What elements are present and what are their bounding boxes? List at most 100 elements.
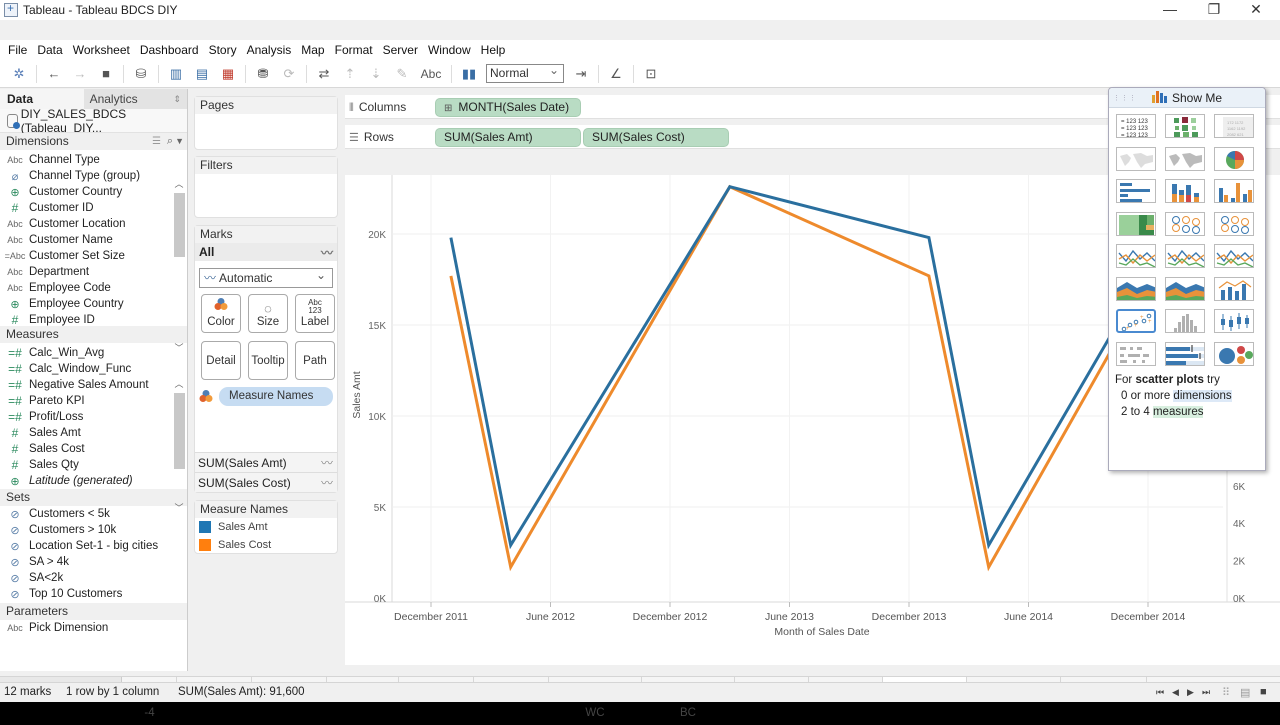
show-me-treemap-icon[interactable] [1116, 212, 1156, 236]
menu-server[interactable]: Server [383, 43, 418, 57]
close-button[interactable]: ✕ [1236, 0, 1276, 20]
undo-icon[interactable]: ← [44, 65, 64, 83]
dimensions-scrollbar[interactable]: ︿ ﹀ [173, 177, 185, 355]
field-item[interactable]: ⊘Top 10 Customers [0, 586, 187, 602]
first-sheet-icon[interactable]: ⏮ [1156, 687, 1164, 698]
field-item[interactable]: AbcDepartment [0, 264, 187, 280]
field-item[interactable]: ⊘SA > 4k [0, 554, 187, 570]
size-button[interactable]: ◌Size [248, 294, 288, 333]
swap-icon[interactable]: ⇄ [314, 65, 334, 83]
color-legend[interactable]: Measure Names Sales Amt Sales Cost [194, 500, 338, 554]
show-me-histogram-icon[interactable] [1165, 309, 1205, 333]
field-item[interactable]: =#Negative Sales Amount [0, 377, 187, 393]
duplicate-sheet-icon[interactable]: ▤ [192, 65, 212, 83]
sort-ascending-icon[interactable]: ⇡ [340, 65, 360, 83]
field-item[interactable]: =AbcCustomer Set Size [0, 248, 187, 264]
show-tabs-icon[interactable]: ■ [1260, 686, 1267, 698]
field-item[interactable]: ⊘SA<2k [0, 570, 187, 586]
datasource-item[interactable]: DIY_SALES_BDCS (Tableau_DIY... [0, 109, 187, 133]
scroll-down-icon[interactable]: ﹀ [173, 341, 185, 354]
redo-icon[interactable]: → [70, 65, 90, 83]
show-me-side-by-side-circles-icon[interactable] [1214, 212, 1254, 236]
prev-sheet-icon[interactable]: ◀ [1172, 687, 1179, 698]
new-datasource-icon[interactable]: ⛁ [131, 65, 151, 83]
expand-icon[interactable]: ⊞ [444, 103, 452, 114]
tableau-home-icon[interactable]: ✲ [9, 65, 29, 83]
show-me-filled-map-icon[interactable] [1165, 147, 1205, 171]
field-item[interactable]: AbcCustomer Location [0, 216, 187, 232]
scroll-up-icon[interactable]: ︿ [173, 377, 185, 390]
path-button[interactable]: Path [295, 341, 335, 380]
field-item[interactable]: ⊘Customers > 10k [0, 522, 187, 538]
menu-file[interactable]: File [8, 43, 27, 57]
show-sheet-sorter-icon[interactable]: ▤ [1240, 686, 1250, 699]
field-item[interactable]: =#Pareto KPI [0, 393, 187, 409]
marks-all-tab[interactable]: All〰 [195, 243, 337, 261]
highlight-icon[interactable]: ✎ [392, 65, 412, 83]
restore-button[interactable]: ❐ [1194, 0, 1234, 20]
scroll-down-icon[interactable]: ﹀ [173, 501, 185, 514]
field-item[interactable]: ⊕Customer Country [0, 184, 187, 200]
field-item[interactable]: AbcCustomer Name [0, 232, 187, 248]
show-me-area-discrete-icon[interactable] [1165, 277, 1205, 301]
field-item[interactable]: =#Calc_Win_Avg [0, 345, 187, 361]
pages-card[interactable]: Pages [194, 96, 338, 150]
show-me-highlight-table-icon[interactable]: 172 11721162 11922082 621 [1214, 114, 1254, 138]
field-item[interactable]: ⊘Customers < 5k [0, 506, 187, 522]
field-item[interactable]: =#Calc_Window_Func [0, 361, 187, 377]
show-me-gantt-chart-icon[interactable] [1116, 342, 1156, 366]
search-icon[interactable]: ⌕ [167, 133, 173, 150]
fit-select[interactable]: Normal [486, 64, 564, 83]
field-item[interactable]: AbcChannel Type [0, 152, 187, 168]
last-sheet-icon[interactable]: ⏭ [1202, 687, 1210, 698]
field-item[interactable]: ⊕Employee Country [0, 296, 187, 312]
view-toggle-icon[interactable]: ☰ [152, 133, 161, 150]
scroll-up-icon[interactable]: ︿ [173, 177, 185, 190]
legend-item[interactable]: Sales Amt [195, 518, 337, 536]
menu-data[interactable]: Data [37, 43, 62, 57]
scroll-thumb[interactable] [174, 393, 185, 469]
field-item[interactable]: #Employee ID [0, 312, 187, 326]
show-me-stacked-bars-icon[interactable] [1165, 179, 1205, 203]
show-me-area-continuous-icon[interactable] [1116, 277, 1156, 301]
new-worksheet-icon[interactable]: ▥ [166, 65, 186, 83]
show-me-continuous-lines-icon[interactable] [1116, 244, 1156, 268]
legend-item[interactable]: Sales Cost [195, 536, 337, 554]
presentation-mode-icon[interactable]: ⊡ [641, 65, 661, 83]
sort-descending-icon[interactable]: ⇣ [366, 65, 386, 83]
fix-axes-icon[interactable]: ⇥ [571, 65, 591, 83]
show-me-symbol-map-icon[interactable] [1116, 147, 1156, 171]
menu-format[interactable]: Format [335, 43, 373, 57]
menu-worksheet[interactable]: Worksheet [73, 43, 130, 57]
show-me-discrete-lines-icon[interactable] [1165, 244, 1205, 268]
menu-story[interactable]: Story [209, 43, 237, 57]
clear-sheet-icon[interactable]: ▦ [218, 65, 238, 83]
measures-scrollbar[interactable]: ︿ ﹀ [173, 377, 185, 517]
dropdown-icon[interactable]: ▼ [175, 133, 184, 150]
next-sheet-icon[interactable]: ▶ [1187, 687, 1194, 698]
show-me-box-whisker-icon[interactable] [1214, 309, 1254, 333]
color-button[interactable]: Color [201, 294, 241, 333]
show-me-toolbar-icon[interactable]: ▮▮ [459, 65, 479, 83]
tab-analytics[interactable]: Analytics⇕ [84, 89, 187, 109]
show-me-bullet-graph-icon[interactable] [1165, 342, 1205, 366]
menu-help[interactable]: Help [481, 43, 506, 57]
format-highlight-icon[interactable]: ∠ [606, 65, 626, 83]
field-item[interactable]: #Customer ID [0, 200, 187, 216]
show-me-dual-lines-icon[interactable] [1214, 244, 1254, 268]
menu-analysis[interactable]: Analysis [247, 43, 292, 57]
measure-names-color-pill[interactable]: Measure Names [219, 387, 333, 406]
field-item[interactable]: =#Profit/Loss [0, 409, 187, 425]
label-button[interactable]: Abc123Label [295, 294, 335, 333]
show-filmstrip-icon[interactable]: ⠿ [1222, 686, 1230, 699]
show-me-side-by-side-bars-icon[interactable] [1214, 179, 1254, 203]
show-me-heat-map-icon[interactable] [1165, 114, 1205, 138]
mark-type-select[interactable]: 〰Automatic [199, 268, 333, 288]
field-item[interactable]: #Sales Qty [0, 457, 187, 473]
show-me-packed-bubbles-icon[interactable] [1214, 342, 1254, 366]
show-me-horizontal-bars-icon[interactable] [1116, 179, 1156, 203]
drag-grip-icon[interactable]: ⋮⋮⋮ [1113, 94, 1137, 102]
tooltip-button[interactable]: Tooltip [248, 341, 288, 380]
show-me-scatter-plot-icon[interactable]: ++++ [1116, 309, 1156, 333]
field-item[interactable]: AbcEmployee Code [0, 280, 187, 296]
